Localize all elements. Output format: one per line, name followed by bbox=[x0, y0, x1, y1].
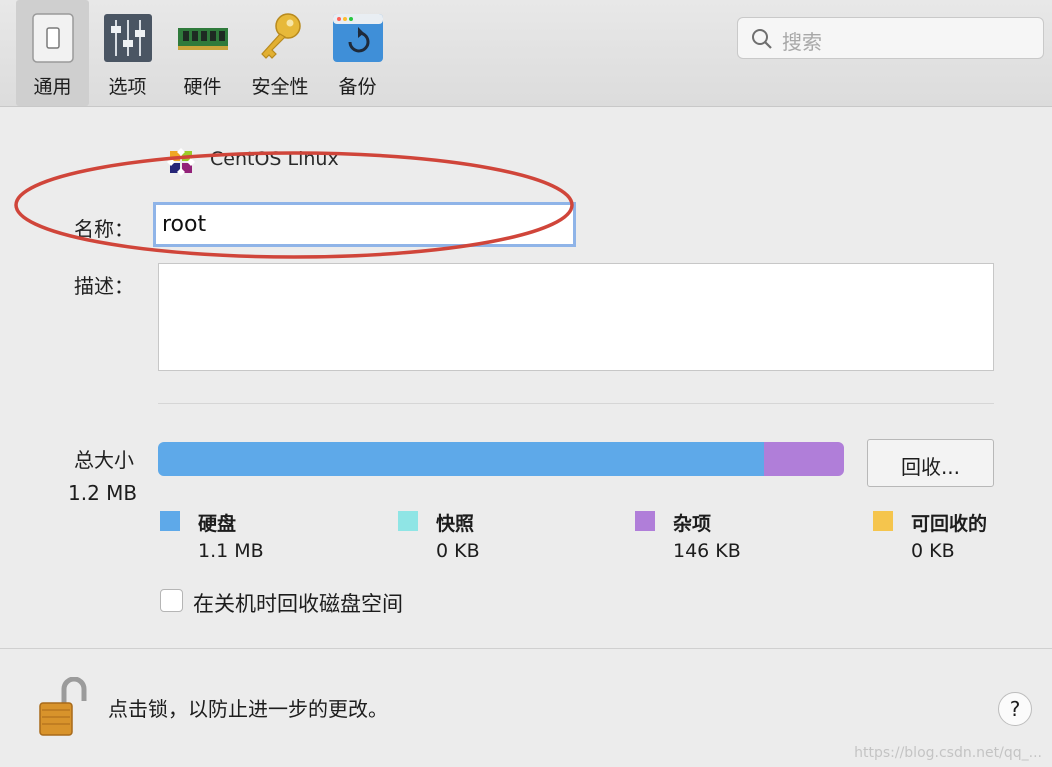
search-field[interactable]: 搜索 bbox=[737, 17, 1044, 59]
os-name: CentOS Linux bbox=[210, 148, 339, 170]
tab-backup[interactable]: 备份 bbox=[321, 0, 394, 106]
name-label: 名称： bbox=[74, 217, 134, 241]
legend-name: 快照 bbox=[436, 513, 475, 535]
legend-swatch bbox=[398, 511, 418, 531]
reclaim-button[interactable]: 回收... bbox=[867, 439, 994, 487]
legend-value: 0 KB bbox=[436, 540, 480, 562]
legend-value: 0 KB bbox=[911, 540, 955, 562]
key-icon bbox=[261, 13, 301, 59]
help-button[interactable]: ? bbox=[998, 692, 1032, 726]
legend-name: 硬盘 bbox=[198, 513, 237, 535]
legend-swatch bbox=[873, 511, 893, 531]
tab-general[interactable]: 通用 bbox=[16, 0, 89, 106]
lock-hint-text: 点击锁，以防止进一步的更改。 bbox=[108, 697, 388, 721]
legend-swatch bbox=[160, 511, 180, 531]
watermark: https://blog.csdn.net/qq_... bbox=[854, 745, 1042, 761]
reclaim-on-shutdown-label[interactable]: 在关机时回收磁盘空间 bbox=[193, 588, 403, 618]
usage-bar-segment bbox=[764, 442, 844, 476]
tab-label: 安全性 bbox=[251, 76, 309, 98]
name-input[interactable]: root bbox=[153, 202, 576, 247]
legend-name: 杂项 bbox=[673, 513, 712, 535]
divider bbox=[158, 403, 994, 404]
reclaim-on-shutdown-checkbox[interactable] bbox=[160, 589, 183, 612]
sliders-icon bbox=[103, 14, 152, 62]
tab-label: 硬件 bbox=[183, 76, 222, 98]
disk-usage-bar bbox=[158, 442, 844, 476]
memory-chip-icon bbox=[177, 28, 228, 50]
total-size-label: 总大小 bbox=[74, 448, 134, 472]
tab-security[interactable]: 安全性 bbox=[241, 0, 319, 106]
search-icon bbox=[752, 29, 772, 49]
legend-value: 146 KB bbox=[673, 540, 741, 562]
tab-hardware[interactable]: 硬件 bbox=[166, 0, 239, 106]
usage-bar-segment bbox=[158, 442, 765, 476]
tab-options[interactable]: 选项 bbox=[91, 0, 164, 106]
search-placeholder: 搜索 bbox=[782, 30, 822, 54]
legend-name: 可回收的 bbox=[911, 513, 988, 535]
legend-swatch bbox=[635, 511, 655, 531]
tab-label: 选项 bbox=[108, 76, 147, 98]
toolbar: 通用 选项 硬件 安全性 备份 搜索 bbox=[0, 0, 1052, 107]
tab-label: 通用 bbox=[33, 76, 72, 98]
tab-label: 备份 bbox=[338, 76, 377, 98]
general-switch-icon bbox=[31, 13, 74, 63]
description-textarea[interactable] bbox=[158, 263, 994, 371]
footer: 点击锁，以防止进一步的更改。 ? https://blog.csdn.net/q… bbox=[0, 648, 1052, 767]
legend-value: 1.1 MB bbox=[198, 540, 264, 562]
backup-icon bbox=[332, 14, 383, 62]
general-panel: CentOS Linux 名称： root 描述： 总大小 1.2 MB 回收.… bbox=[0, 107, 1052, 647]
description-label: 描述： bbox=[74, 274, 134, 298]
unlocked-lock-icon[interactable] bbox=[38, 677, 92, 739]
centos-logo-icon bbox=[167, 148, 195, 176]
total-size-value: 1.2 MB bbox=[68, 481, 138, 505]
